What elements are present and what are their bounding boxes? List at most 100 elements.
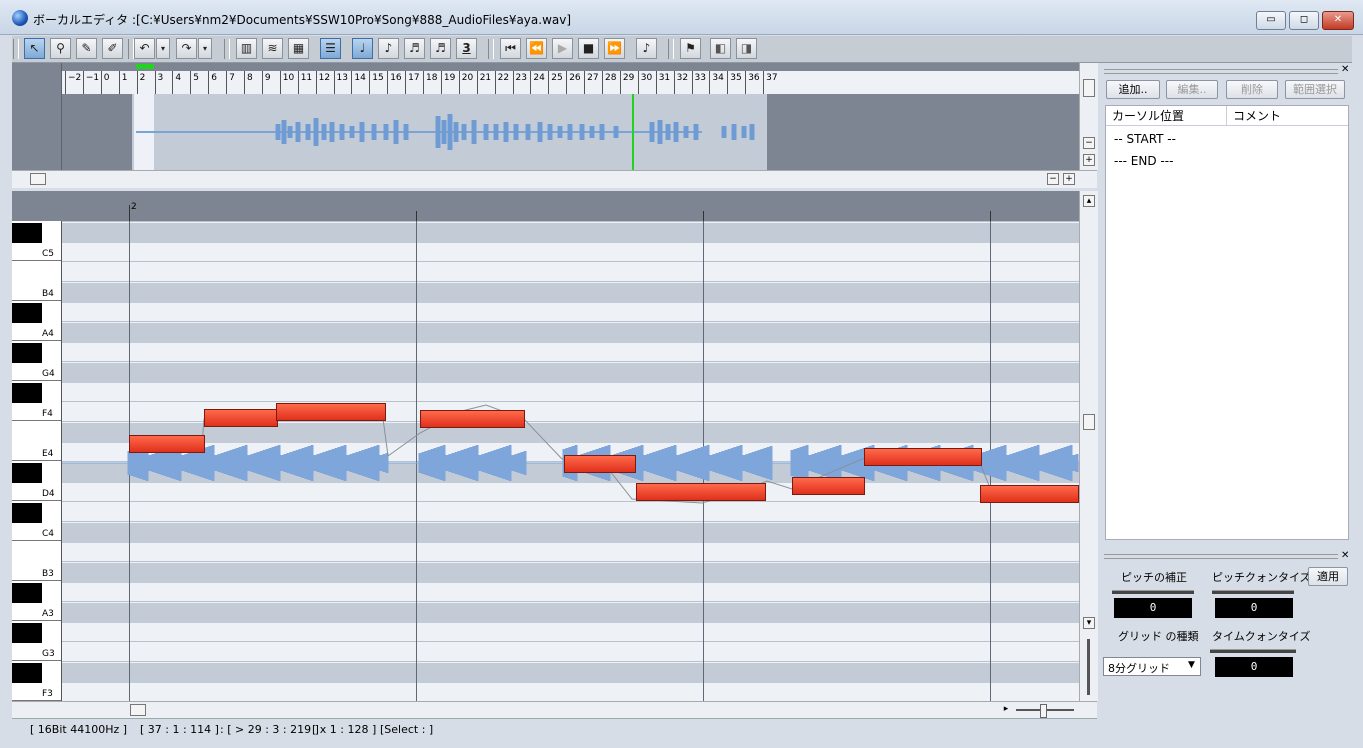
waveform-icon[interactable]: ≋ <box>262 38 283 59</box>
minimize-button[interactable]: ▭ <box>1256 11 1286 30</box>
quantize-icon[interactable]: ☰ <box>320 38 341 59</box>
metronome-icon[interactable]: ♪ <box>636 38 657 59</box>
undo-dropdown-icon[interactable]: ▾ <box>156 38 170 59</box>
overview-hzoom-out-button[interactable]: − <box>1047 173 1059 185</box>
overview-zoom-out-button[interactable]: − <box>1083 137 1095 149</box>
black-key[interactable] <box>12 343 42 363</box>
redo-dropdown-icon[interactable]: ▾ <box>198 38 212 59</box>
piano-roll-ruler[interactable]: 2 <box>62 191 1079 221</box>
pitch-correction-value[interactable]: 0 <box>1114 598 1192 618</box>
quarter-note-icon[interactable]: ♩ <box>352 38 373 59</box>
time-quantize-value[interactable]: 0 <box>1215 657 1293 677</box>
column-header-position[interactable]: カーソル位置 <box>1106 106 1227 126</box>
pitch-quantize-value[interactable]: 0 <box>1215 598 1293 618</box>
marker-flag-icon[interactable]: ⚑ <box>680 38 701 59</box>
note-block[interactable] <box>129 435 205 453</box>
time-quantize-slider[interactable] <box>1210 649 1296 653</box>
black-key[interactable] <box>12 463 42 483</box>
toolbar-separator <box>488 39 494 59</box>
maximize-button[interactable]: ◻ <box>1289 11 1319 30</box>
black-key[interactable] <box>12 383 42 403</box>
black-key[interactable] <box>12 663 42 683</box>
black-key[interactable] <box>12 583 42 603</box>
vertical-zoom-slider[interactable] <box>1087 639 1090 695</box>
undo-icon[interactable]: ↶ <box>134 38 155 59</box>
edit-marker-button[interactable]: 編集.. <box>1166 80 1218 99</box>
note-block[interactable] <box>204 409 278 427</box>
note-edit-icon[interactable]: ▦ <box>288 38 309 59</box>
ruler-tick: 22 <box>494 71 509 94</box>
note-block[interactable] <box>564 455 636 473</box>
note-block[interactable] <box>792 477 865 495</box>
overview-playhead[interactable] <box>632 94 634 170</box>
note-block[interactable] <box>864 448 982 466</box>
note-block[interactable] <box>980 485 1079 503</box>
list-item-end[interactable]: --- END --- <box>1114 154 1173 168</box>
previous-marker-icon[interactable]: ◧ <box>710 38 731 59</box>
black-key[interactable] <box>12 303 42 323</box>
note-block[interactable] <box>420 410 525 428</box>
next-marker-icon[interactable]: ◨ <box>736 38 757 59</box>
zoom-tool-icon[interactable]: ⚲ <box>50 38 71 59</box>
close-button[interactable]: ✕ <box>1322 11 1354 30</box>
note-block[interactable] <box>636 483 766 501</box>
pitch-quantize-slider[interactable] <box>1212 590 1294 594</box>
fast-forward-icon[interactable]: ⏩ <box>604 38 625 59</box>
eraser-tool-icon[interactable]: ✐ <box>102 38 123 59</box>
horizontal-zoom-handle[interactable] <box>1040 704 1047 718</box>
level-meter-icon[interactable]: ▥ <box>236 38 257 59</box>
ruler-tick: 35 <box>727 71 742 94</box>
roll-vscroll-thumb[interactable] <box>1083 414 1095 430</box>
overview-hzoom-in-button[interactable]: + <box>1063 173 1075 185</box>
ruler-tick: 16 <box>387 71 402 94</box>
column-header-comment[interactable]: コメント <box>1227 106 1348 126</box>
delete-marker-button[interactable]: 削除 <box>1226 80 1278 99</box>
list-item-start[interactable]: -- START -- <box>1114 132 1176 146</box>
status-cursor: : [ > 29 : 3 : 219 ] <box>220 723 319 736</box>
pitch-correction-slider[interactable] <box>1112 590 1194 594</box>
scroll-right-icon[interactable]: ▸ <box>1000 704 1012 716</box>
overview-horizontal-scrollbar[interactable]: − + <box>12 170 1097 188</box>
white-key[interactable] <box>12 421 61 461</box>
ruler-tick: 28 <box>602 71 616 94</box>
piano-keyboard[interactable]: C5B4A4G4F4E4D4C4B3A3G3F3E3D3 <box>12 221 62 701</box>
go-to-start-icon[interactable]: ⏮ <box>500 38 521 59</box>
black-key[interactable] <box>12 223 42 243</box>
redo-icon[interactable]: ↷ <box>176 38 197 59</box>
status-zoom: [ x 1 : 128 ] <box>312 723 377 736</box>
overview-zoom-in-button[interactable]: + <box>1083 154 1095 166</box>
marker-panel-close-icon[interactable]: ✕ <box>1341 64 1349 75</box>
roll-hscroll-thumb[interactable] <box>130 704 146 716</box>
sixteenth-note-icon[interactable]: ♬ <box>404 38 425 59</box>
overview-vertical-scrollbar[interactable]: − + <box>1079 63 1098 170</box>
add-marker-button[interactable]: 追加.. <box>1106 80 1160 99</box>
scroll-down-icon[interactable]: ▾ <box>1083 617 1095 629</box>
rewind-icon[interactable]: ⏪ <box>526 38 547 59</box>
play-icon[interactable]: ▶ <box>552 38 573 59</box>
grid-type-select[interactable]: 8分グリッド ▼ <box>1103 657 1201 676</box>
pencil-tool-icon[interactable]: ✎ <box>76 38 97 59</box>
scroll-up-icon[interactable]: ▴ <box>1083 195 1095 207</box>
apply-button[interactable]: 適用 <box>1308 567 1348 586</box>
triplet-button[interactable]: 3 <box>456 38 477 59</box>
note-grid[interactable] <box>62 221 1079 701</box>
overview-vscroll-thumb[interactable] <box>1083 79 1095 97</box>
thirtysecond-note-icon[interactable]: ♬ <box>430 38 451 59</box>
select-tool-icon[interactable]: ↖ <box>24 38 45 59</box>
eighth-note-icon[interactable]: ♪ <box>378 38 399 59</box>
black-key[interactable] <box>12 623 42 643</box>
overview-ruler[interactable]: −2 −1 0 1 2 3 4 5 6 7 8 9 10 11 12 13 14 15 16 17 18 19 20 21 22… <box>62 71 1079 95</box>
note-block[interactable] <box>276 403 386 421</box>
key-label: B4 <box>42 289 54 299</box>
correction-panel-close-icon[interactable]: ✕ <box>1341 550 1349 561</box>
loop-marker[interactable] <box>136 64 154 69</box>
overview-hscroll-thumb[interactable] <box>30 173 46 185</box>
range-select-button[interactable]: 範囲選択 <box>1285 80 1345 99</box>
black-key[interactable] <box>12 503 42 523</box>
marker-list[interactable]: カーソル位置 コメント -- START -- --- END --- <box>1105 105 1349 540</box>
roll-horizontal-scrollbar[interactable]: ▸ <box>12 701 1097 719</box>
roll-vertical-scrollbar[interactable]: ▴ ▾ <box>1079 191 1098 701</box>
stop-icon[interactable]: ■ <box>578 38 599 59</box>
ruler-tick: −2 <box>65 71 81 94</box>
key-label: B3 <box>42 569 54 579</box>
